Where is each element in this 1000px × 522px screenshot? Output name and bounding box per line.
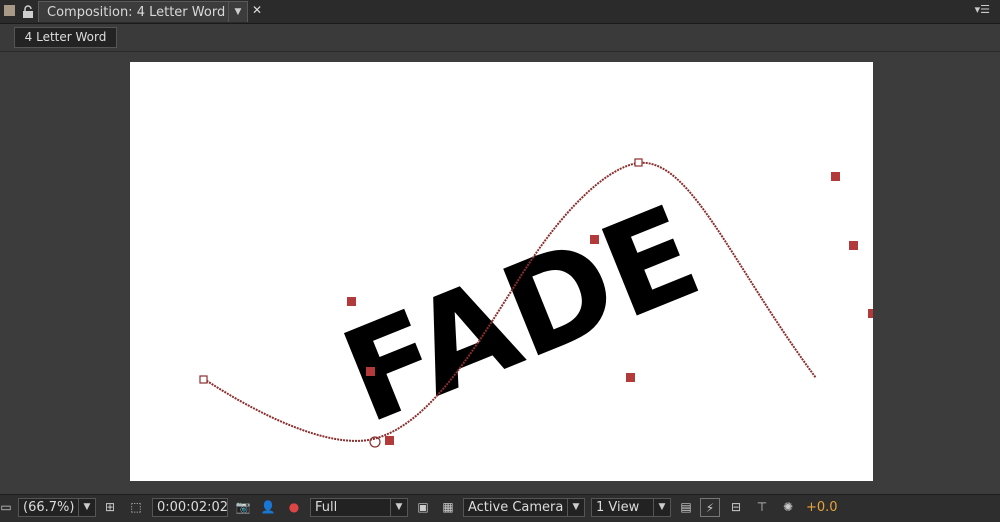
close-icon[interactable]: ✕ xyxy=(252,3,262,17)
composition-navigator-bar: 4 Letter Word xyxy=(0,24,1000,52)
handle-bottom-left[interactable] xyxy=(385,436,394,445)
handle-top-right[interactable] xyxy=(831,172,840,181)
current-time-field[interactable]: 0:00:02:02 xyxy=(152,498,228,517)
mask-visibility-icon[interactable]: ⬚ xyxy=(126,498,146,517)
timecode-value: 0:00:02:02 xyxy=(157,500,229,515)
handle-left-mid[interactable] xyxy=(366,367,375,376)
composition-viewer[interactable]: FADE xyxy=(0,52,1000,494)
chevron-down-icon: ▼ xyxy=(567,499,584,516)
tab-title: Composition: 4 Letter Word xyxy=(47,5,226,20)
fast-previews-icon[interactable]: ⚡ xyxy=(700,498,720,517)
reset-exposure-icon[interactable]: ✺ xyxy=(778,498,798,517)
magnification-value: (66.7%) xyxy=(23,500,75,515)
composition-name-button[interactable]: 4 Letter Word xyxy=(14,27,117,48)
path-start-vertex[interactable] xyxy=(199,375,208,384)
show-snapshot-icon[interactable]: 👤 xyxy=(258,498,278,517)
exposure-value[interactable]: +0.0 xyxy=(806,498,846,517)
comp-flowchart-icon[interactable]: ⊟ xyxy=(726,498,746,517)
safe-zones-icon[interactable]: ⊞ xyxy=(100,498,120,517)
magnification-select[interactable]: (66.7%) ▼ xyxy=(18,498,96,517)
panel-menu-icon[interactable]: ▾☰ xyxy=(975,3,990,16)
tab-dropdown-button[interactable]: ▼ xyxy=(228,2,247,22)
chevron-down-icon: ▼ xyxy=(78,499,95,516)
handle-top-left[interactable] xyxy=(347,297,356,306)
camera-icon[interactable]: 📷 xyxy=(233,498,253,517)
camera-view-select[interactable]: Active Camera ▼ xyxy=(463,498,585,517)
composition-canvas[interactable]: FADE xyxy=(130,62,873,481)
view-layout-value: 1 View xyxy=(596,500,640,515)
composition-color-swatch[interactable] xyxy=(4,5,15,16)
timeline-toggle-icon[interactable]: ▤ xyxy=(676,498,696,517)
chevron-down-icon: ▼ xyxy=(653,499,670,516)
resolution-select[interactable]: Full ▼ xyxy=(310,498,408,517)
fade-text-layer[interactable]: FADE xyxy=(324,178,719,453)
always-preview-icon[interactable]: ▭ xyxy=(0,498,12,517)
path-peak-vertex[interactable] xyxy=(634,158,643,167)
handle-right-mid[interactable] xyxy=(849,241,858,250)
handle-center-bottom[interactable] xyxy=(626,373,635,382)
tab-composition[interactable]: Composition: 4 Letter Word ▼ xyxy=(38,1,248,22)
view-layout-select[interactable]: 1 View ▼ xyxy=(591,498,671,517)
flowchart-icon[interactable]: ⊤ xyxy=(752,498,772,517)
panel-tab-bar: Composition: 4 Letter Word ▼ ✕ ▾☰ xyxy=(0,0,1000,24)
region-of-interest-icon[interactable]: ▣ xyxy=(413,498,433,517)
camera-view-value: Active Camera xyxy=(468,500,564,515)
transparency-grid-icon[interactable]: ▦ xyxy=(438,498,458,517)
chevron-down-icon: ▼ xyxy=(390,499,407,516)
lock-icon[interactable] xyxy=(22,5,34,18)
canvas-artwork: FADE xyxy=(199,158,873,453)
resolution-value: Full xyxy=(315,500,338,515)
viewer-toolbar: ▭ (66.7%) ▼ ⊞ ⬚ 0:00:02:02 📷 👤 ● Full ▼ … xyxy=(0,494,1000,522)
handle-center-top[interactable] xyxy=(590,235,599,244)
channel-rgb-icon[interactable]: ● xyxy=(284,498,304,517)
handle-bottom-right[interactable] xyxy=(868,309,873,318)
